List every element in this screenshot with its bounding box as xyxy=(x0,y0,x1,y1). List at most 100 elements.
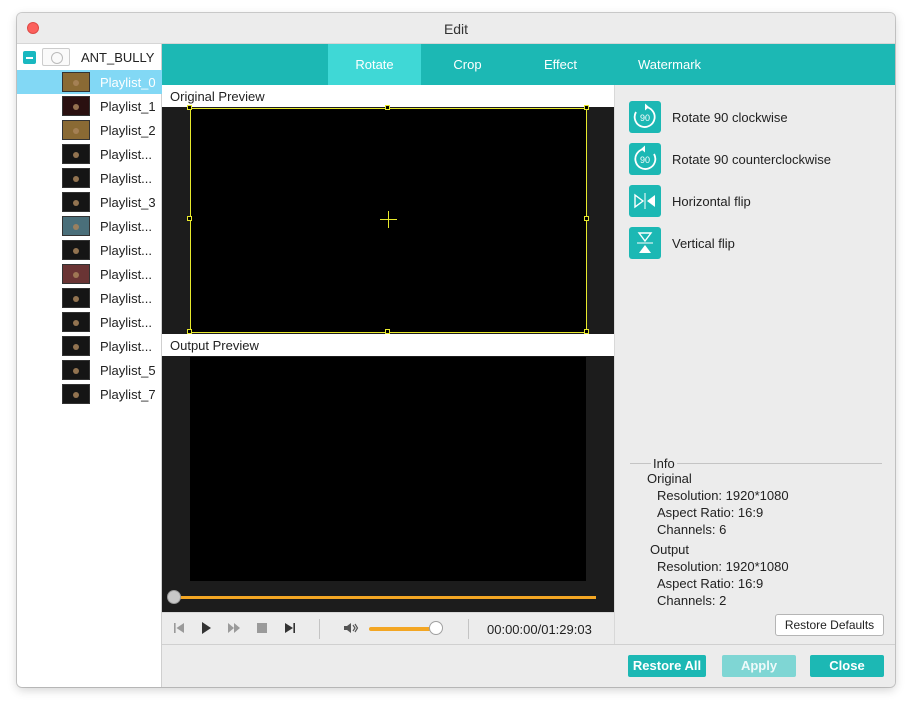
playlist-item[interactable]: Playlist_1 xyxy=(17,94,162,118)
vertical-flip-label: Vertical flip xyxy=(672,236,735,251)
crop-handle-tr[interactable] xyxy=(584,105,589,110)
next-frame-button[interactable] xyxy=(282,620,298,636)
play-button[interactable] xyxy=(198,620,214,636)
info-original-aspect: Aspect Ratio: 16:9 xyxy=(657,505,764,520)
tab-bar: Rotate Crop Effect Watermark xyxy=(162,44,895,85)
flip-vertical-icon xyxy=(637,232,653,253)
playlist-thumbnail xyxy=(62,360,90,380)
playlist-item[interactable]: Playlist... xyxy=(17,286,162,310)
playlist-item[interactable]: Playlist_3 xyxy=(17,190,162,214)
crop-handle-right[interactable] xyxy=(584,216,589,221)
seek-bar[interactable] xyxy=(174,596,596,599)
playlist-item-label: Playlist_2 xyxy=(100,123,156,138)
crop-handle-tl[interactable] xyxy=(187,105,192,110)
volume-handle[interactable] xyxy=(429,621,443,635)
playlist-item[interactable]: Playlist... xyxy=(17,166,162,190)
speaker-icon xyxy=(344,623,359,633)
restore-all-button[interactable]: Restore All xyxy=(628,655,706,677)
playlist-item-label: Playlist... xyxy=(100,171,153,186)
playlist-thumbnail xyxy=(62,216,90,236)
stop-icon xyxy=(257,623,267,633)
fast-forward-button[interactable] xyxy=(226,620,242,636)
rotate-ccw-button[interactable]: 90 xyxy=(629,143,661,175)
playlist-thumbnail xyxy=(62,72,90,92)
playlist-item[interactable]: Playlist_0 xyxy=(17,70,162,94)
time-readout: 00:00:00/01:29:03 xyxy=(487,622,592,637)
crop-handle-left[interactable] xyxy=(187,216,192,221)
playlist-thumbnail xyxy=(62,264,90,284)
tab-rotate[interactable]: Rotate xyxy=(328,44,421,85)
info-output-heading: Output xyxy=(650,542,690,557)
info-title: Info xyxy=(651,456,677,471)
playlist-item[interactable]: Playlist_5 xyxy=(17,358,162,382)
tab-crop[interactable]: Crop xyxy=(421,44,514,85)
info-original-heading: Original xyxy=(647,471,692,486)
playlist-thumbnail xyxy=(62,312,90,332)
original-preview xyxy=(162,105,614,334)
skip-forward-icon xyxy=(285,623,295,633)
crop-handle-top[interactable] xyxy=(385,105,390,110)
apply-button[interactable]: Apply xyxy=(722,655,796,677)
playlist-thumbnail xyxy=(62,288,90,308)
rotate-ccw-label: Rotate 90 counterclockwise xyxy=(672,152,831,167)
previous-frame-button[interactable] xyxy=(171,620,187,636)
tab-effect[interactable]: Effect xyxy=(514,44,607,85)
info-original-channels: Channels: 6 xyxy=(657,522,727,537)
playlist-item[interactable]: Playlist_2 xyxy=(17,118,162,142)
playlist-thumbnail xyxy=(62,96,90,116)
playlist-item[interactable]: Playlist... xyxy=(17,238,162,262)
playlist-sidebar: ANT_BULLY Playlist_0 Playlist_1 Playlist_2… xyxy=(17,44,162,687)
window-title: Edit xyxy=(443,21,469,37)
playlist-item-label: Playlist... xyxy=(100,243,153,258)
playlist-item-label: Playlist_0 xyxy=(100,75,156,90)
skip-back-icon xyxy=(174,623,184,633)
playlist-thumbnail xyxy=(62,240,90,260)
mute-button[interactable] xyxy=(342,620,359,636)
info-output-aspect: Aspect Ratio: 16:9 xyxy=(657,576,764,591)
bottom-action-bar: Restore All Apply Close xyxy=(162,644,895,687)
playlist-item[interactable]: Playlist... xyxy=(17,310,162,334)
playlist-item[interactable]: Playlist... xyxy=(17,334,162,358)
title-bar: Edit xyxy=(17,13,895,44)
playlist-item-label: Playlist... xyxy=(100,219,153,234)
collapse-icon[interactable] xyxy=(23,51,36,64)
playlist-item-label: Playlist... xyxy=(100,147,153,162)
restore-defaults-button[interactable]: Restore Defaults xyxy=(775,614,884,636)
playlist-item-label: Playlist... xyxy=(100,315,153,330)
disc-icon xyxy=(42,48,70,66)
disc-root-row[interactable]: ANT_BULLY xyxy=(17,46,162,68)
playlist-item-label: Playlist_3 xyxy=(100,195,156,210)
controls-divider-2 xyxy=(468,619,469,639)
play-icon xyxy=(202,622,211,634)
rotate-cw-button[interactable]: 90 xyxy=(629,101,661,133)
output-preview xyxy=(162,356,614,612)
playlist-item-label: Playlist... xyxy=(100,291,153,306)
playlist-item[interactable]: Playlist... xyxy=(17,142,162,166)
vertical-flip-button[interactable] xyxy=(629,227,661,259)
stop-button[interactable] xyxy=(254,620,270,636)
playlist-item-label: Playlist... xyxy=(100,339,153,354)
volume-slider[interactable] xyxy=(369,627,436,631)
seek-handle[interactable] xyxy=(167,590,181,604)
disc-label: ANT_BULLY xyxy=(81,50,155,65)
playlist-item[interactable]: Playlist... xyxy=(17,214,162,238)
info-output-channels: Channels: 2 xyxy=(657,593,727,608)
playback-controls: 00:00:00/01:29:03 xyxy=(162,612,614,644)
fast-forward-icon xyxy=(228,623,240,633)
info-output-resolution: Resolution: 1920*1080 xyxy=(657,559,789,574)
playlist-thumbnail xyxy=(62,120,90,140)
playlist-item-label: Playlist... xyxy=(100,267,153,282)
svg-text:90: 90 xyxy=(640,113,650,123)
tab-watermark[interactable]: Watermark xyxy=(607,44,732,85)
playlist-item[interactable]: Playlist... xyxy=(17,262,162,286)
playlist-item-label: Playlist_1 xyxy=(100,99,156,114)
horizontal-flip-button[interactable] xyxy=(629,185,661,217)
rotate-cw-label: Rotate 90 clockwise xyxy=(672,110,788,125)
svg-text:90: 90 xyxy=(640,155,650,165)
playlist-item-label: Playlist_5 xyxy=(100,363,156,378)
playlist-item[interactable]: Playlist_7 xyxy=(17,382,162,406)
playlist-item-label: Playlist_7 xyxy=(100,387,156,402)
close-button[interactable]: Close xyxy=(810,655,884,677)
playlist-thumbnail xyxy=(62,192,90,212)
output-video-frame xyxy=(190,357,586,581)
